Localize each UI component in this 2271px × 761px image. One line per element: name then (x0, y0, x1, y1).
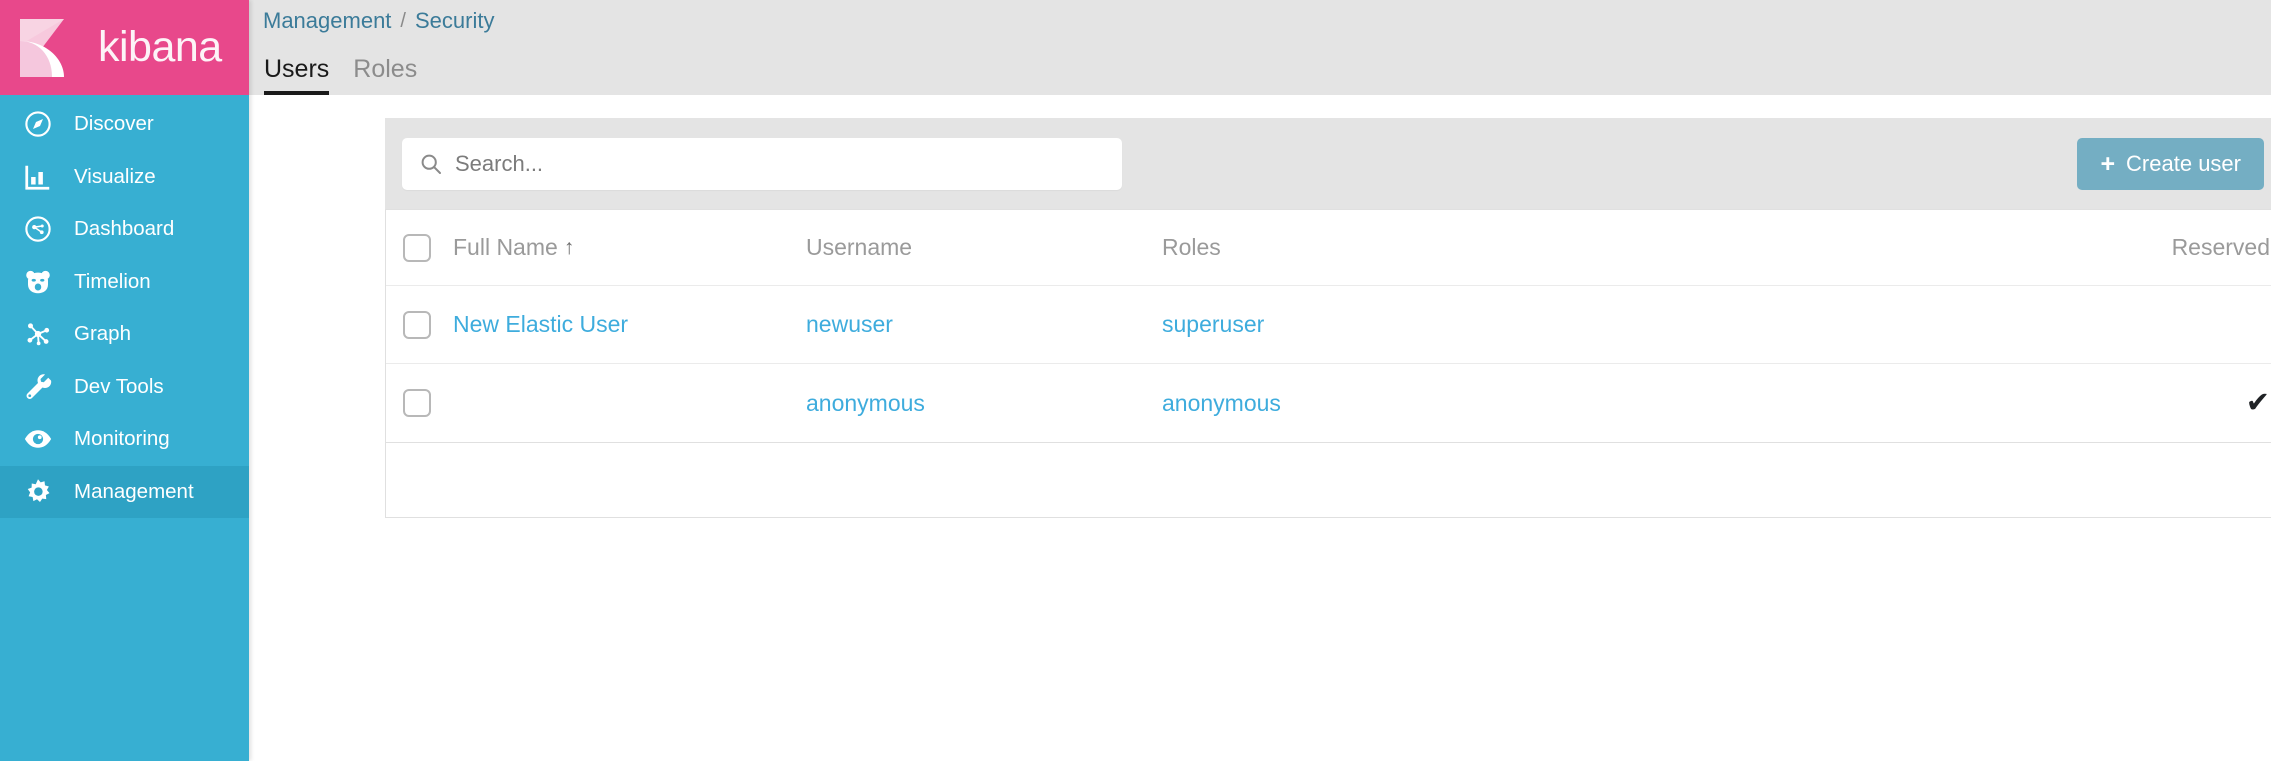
search-box[interactable] (402, 138, 1122, 190)
users-toolbar: + Create user (385, 118, 2271, 209)
table-row[interactable]: New Elastic User newuser superuser (386, 286, 2271, 364)
kibana-logo-icon (14, 15, 80, 81)
content-area: + Create user Full Name ↑ Username Roles… (249, 95, 2271, 761)
row-checkbox[interactable] (403, 389, 431, 417)
sidebar-item-label: Graph (74, 322, 131, 345)
brand-name: kibana (98, 23, 222, 71)
column-header-reserved[interactable]: Reserved (1862, 234, 2271, 261)
create-user-button[interactable]: + Create user (2077, 138, 2264, 190)
topbar: Management / Security Users Roles (249, 0, 2271, 95)
sidebar-item-label: Dashboard (74, 217, 175, 240)
plus-icon: + (2100, 149, 2116, 178)
select-all-checkbox[interactable] (403, 233, 431, 262)
cell-username[interactable]: anonymous (806, 390, 1162, 417)
create-user-label: Create user (2126, 151, 2241, 176)
sidebar-item-monitoring[interactable]: Monitoring (0, 413, 249, 466)
table-footer-row (386, 442, 2271, 517)
table-header-row: Full Name ↑ Username Roles Reserved (386, 210, 2271, 286)
column-header-roles[interactable]: Roles (1162, 234, 1862, 261)
wrench-icon (22, 371, 54, 403)
users-table: Full Name ↑ Username Roles Reserved New … (385, 209, 2271, 518)
table-row[interactable]: anonymous anonymous ✔ (386, 364, 2271, 442)
breadcrumb: Management / Security (263, 0, 2271, 42)
kibana-app: kibana Discover Visualize Dashboard Time… (0, 0, 2271, 761)
sidebar-item-label: Monitoring (74, 427, 170, 450)
cell-username[interactable]: newuser (806, 311, 1162, 338)
cell-roles[interactable]: superuser (1162, 311, 1862, 338)
column-header-label: Full Name (453, 234, 558, 260)
breadcrumb-item-security[interactable]: Security (415, 8, 494, 34)
sidebar: kibana Discover Visualize Dashboard Time… (0, 0, 249, 761)
compass-icon (22, 108, 54, 140)
brand-header[interactable]: kibana (0, 0, 249, 95)
main-area: Management / Security Users Roles Search… (249, 0, 2271, 761)
sidebar-item-dashboard[interactable]: Dashboard (0, 203, 249, 256)
cell-roles[interactable]: anonymous (1162, 390, 1862, 417)
breadcrumb-separator: / (400, 9, 406, 32)
gear-icon (22, 476, 54, 508)
row-checkbox[interactable] (403, 310, 431, 339)
tab-users[interactable]: Users (264, 57, 330, 95)
cell-full-name[interactable]: New Elastic User (453, 311, 806, 338)
sidebar-item-label: Management (74, 479, 194, 503)
sidebar-item-graph[interactable]: Graph (0, 308, 249, 361)
sidebar-item-label: Discover (74, 112, 154, 135)
column-header-username[interactable]: Username (806, 234, 1162, 261)
search-input[interactable] (455, 138, 1122, 190)
tab-roles[interactable]: Roles (353, 57, 417, 95)
sidebar-item-dev-tools[interactable]: Dev Tools (0, 361, 249, 414)
tab-bar: Users Roles (263, 42, 2271, 95)
sidebar-item-discover[interactable]: Discover (0, 98, 249, 151)
eye-icon (22, 423, 54, 455)
bear-icon (22, 266, 54, 298)
sidebar-item-timelion[interactable]: Timelion (0, 256, 249, 309)
sidebar-nav: Discover Visualize Dashboard Timelion Gr… (0, 95, 249, 518)
cell-reserved: ✔ (2245, 386, 2270, 419)
sidebar-item-label: Visualize (74, 164, 156, 188)
users-panel: + Create user Full Name ↑ Username Roles… (385, 118, 2271, 761)
search-icon (419, 152, 443, 176)
sidebar-item-label: Timelion (74, 269, 151, 293)
dashboard-icon (22, 213, 54, 245)
column-header-full-name[interactable]: Full Name ↑ (453, 234, 806, 261)
sidebar-item-visualize[interactable]: Visualize (0, 151, 249, 204)
sidebar-item-management[interactable]: Management (0, 465, 249, 518)
sidebar-item-label: Dev Tools (74, 374, 164, 398)
graph-icon (22, 318, 54, 350)
breadcrumb-item-management[interactable]: Management (263, 8, 391, 34)
bar-chart-icon (22, 161, 54, 193)
sort-ascending-icon: ↑ (563, 236, 575, 259)
